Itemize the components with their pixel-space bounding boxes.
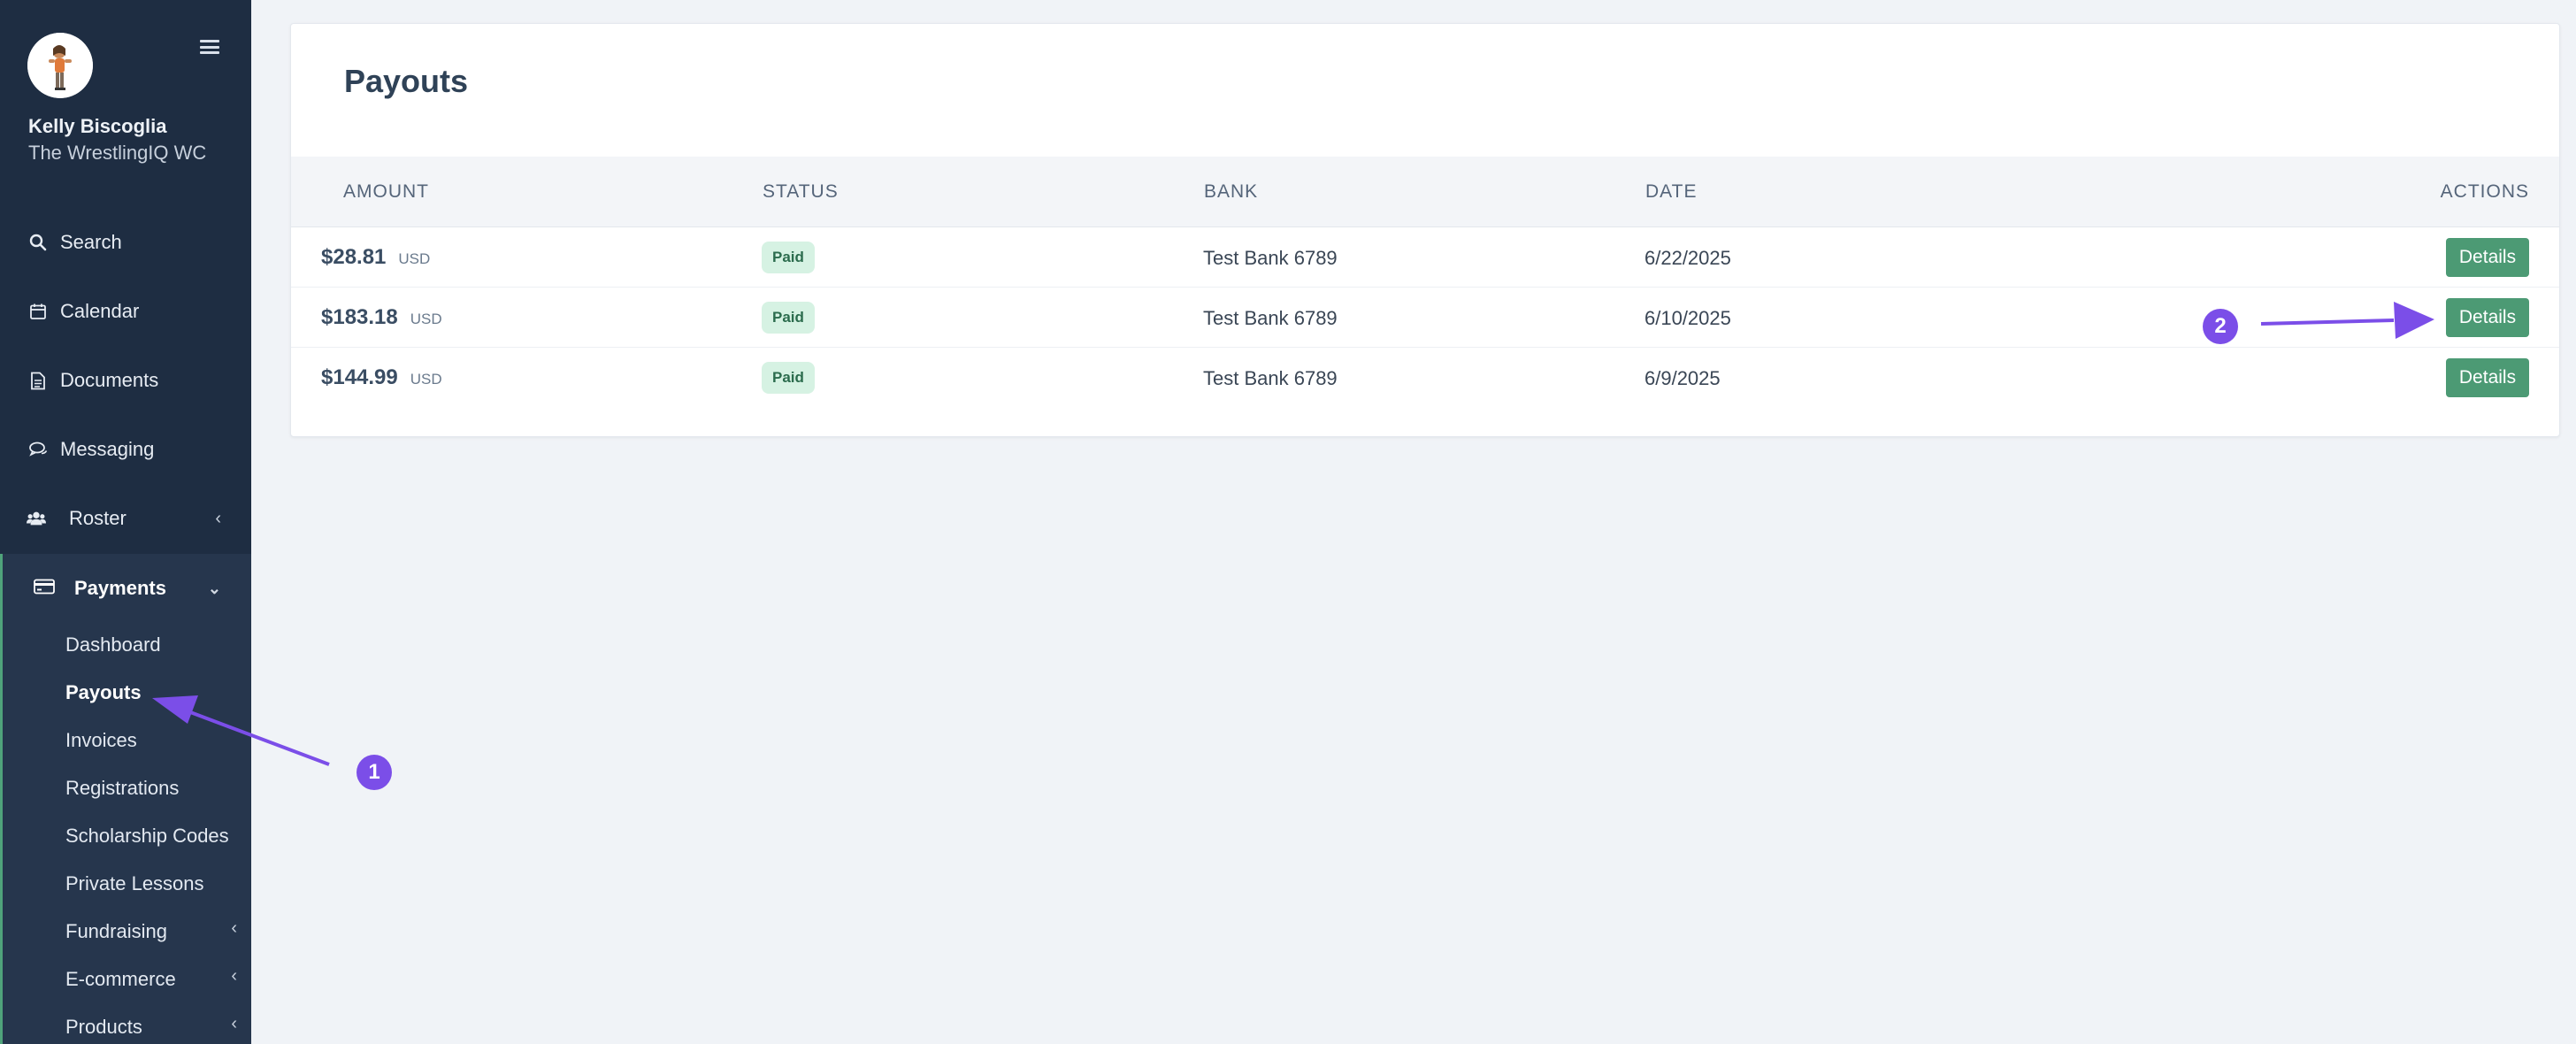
annotation-arrows (152, 302, 2434, 766)
annotation-badge-2: 2 (2203, 309, 2238, 344)
annotation-badge-1: 1 (356, 755, 392, 790)
annotation-arrowhead-1 (152, 695, 198, 724)
annotation-arrowhead-2 (2394, 302, 2434, 339)
annotation-arrow-2 (2260, 319, 2395, 326)
